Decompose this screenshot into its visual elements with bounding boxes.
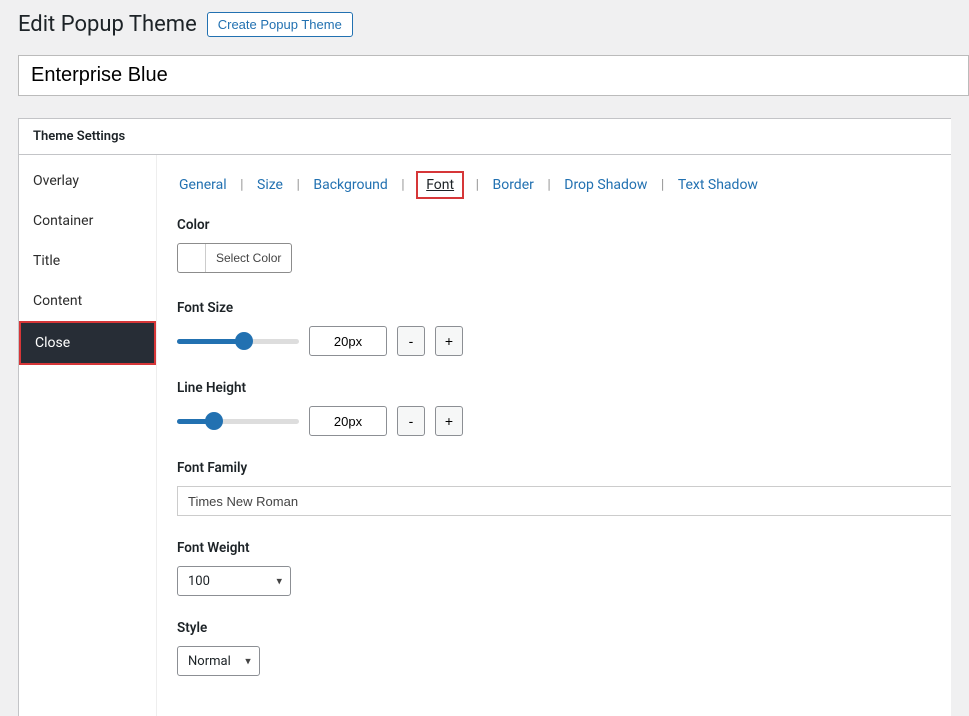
panel-title: Theme Settings	[19, 119, 951, 155]
font-family-input[interactable]	[177, 486, 951, 516]
line-height-decrease-button[interactable]: -	[397, 406, 425, 436]
tab-background[interactable]: Background	[311, 177, 389, 193]
chevron-down-icon: ▾	[276, 575, 282, 588]
font-size-increase-button[interactable]: +	[435, 326, 463, 356]
font-family-label: Font Family	[177, 460, 951, 476]
color-label: Color	[177, 217, 951, 233]
line-height-label: Line Height	[177, 380, 951, 396]
sidebar-item-close[interactable]: Close	[19, 321, 156, 365]
select-color-text: Select Color	[206, 251, 291, 265]
slider-thumb[interactable]	[205, 412, 223, 430]
theme-settings-panel: Theme Settings Overlay Container Title C…	[18, 118, 951, 716]
sidebar-item-content[interactable]: Content	[19, 281, 156, 321]
font-size-decrease-button[interactable]: -	[397, 326, 425, 356]
tab-font[interactable]: Font	[416, 171, 464, 199]
tab-text-shadow[interactable]: Text Shadow	[676, 177, 760, 193]
font-size-input[interactable]	[309, 326, 387, 356]
slider-thumb[interactable]	[235, 332, 253, 350]
font-weight-value: 100	[188, 574, 210, 589]
separator: |	[401, 177, 404, 193]
content-area: General | Size | Background | Font | Bor…	[157, 155, 951, 716]
tab-drop-shadow[interactable]: Drop Shadow	[562, 177, 649, 193]
sidebar-item-overlay[interactable]: Overlay	[19, 161, 156, 201]
line-height-input[interactable]	[309, 406, 387, 436]
line-height-slider[interactable]	[177, 419, 299, 424]
font-size-slider[interactable]	[177, 339, 299, 344]
font-weight-select[interactable]: 100 ▾	[177, 566, 291, 596]
style-select[interactable]: Normal ▾	[177, 646, 260, 676]
sidebar-item-container[interactable]: Container	[19, 201, 156, 241]
separator: |	[476, 177, 479, 193]
font-weight-label: Font Weight	[177, 540, 951, 556]
select-color-button[interactable]: Select Color	[177, 243, 292, 273]
tab-border[interactable]: Border	[490, 177, 535, 193]
page-title: Edit Popup Theme	[18, 12, 197, 37]
color-swatch	[178, 244, 206, 272]
sidebar-item-title[interactable]: Title	[19, 241, 156, 281]
chevron-down-icon: ▾	[245, 655, 251, 668]
line-height-increase-button[interactable]: +	[435, 406, 463, 436]
subtabs: General | Size | Background | Font | Bor…	[177, 171, 951, 217]
separator: |	[296, 177, 299, 193]
separator: |	[547, 177, 550, 193]
separator: |	[240, 177, 243, 193]
style-label: Style	[177, 620, 951, 636]
create-popup-theme-button[interactable]: Create Popup Theme	[207, 12, 353, 37]
font-size-label: Font Size	[177, 300, 951, 316]
sidebar: Overlay Container Title Content Close	[19, 155, 157, 716]
tab-general[interactable]: General	[177, 177, 229, 193]
separator: |	[661, 177, 664, 193]
tab-size[interactable]: Size	[255, 177, 285, 193]
theme-name-input[interactable]	[18, 55, 969, 96]
style-value: Normal	[188, 654, 231, 669]
